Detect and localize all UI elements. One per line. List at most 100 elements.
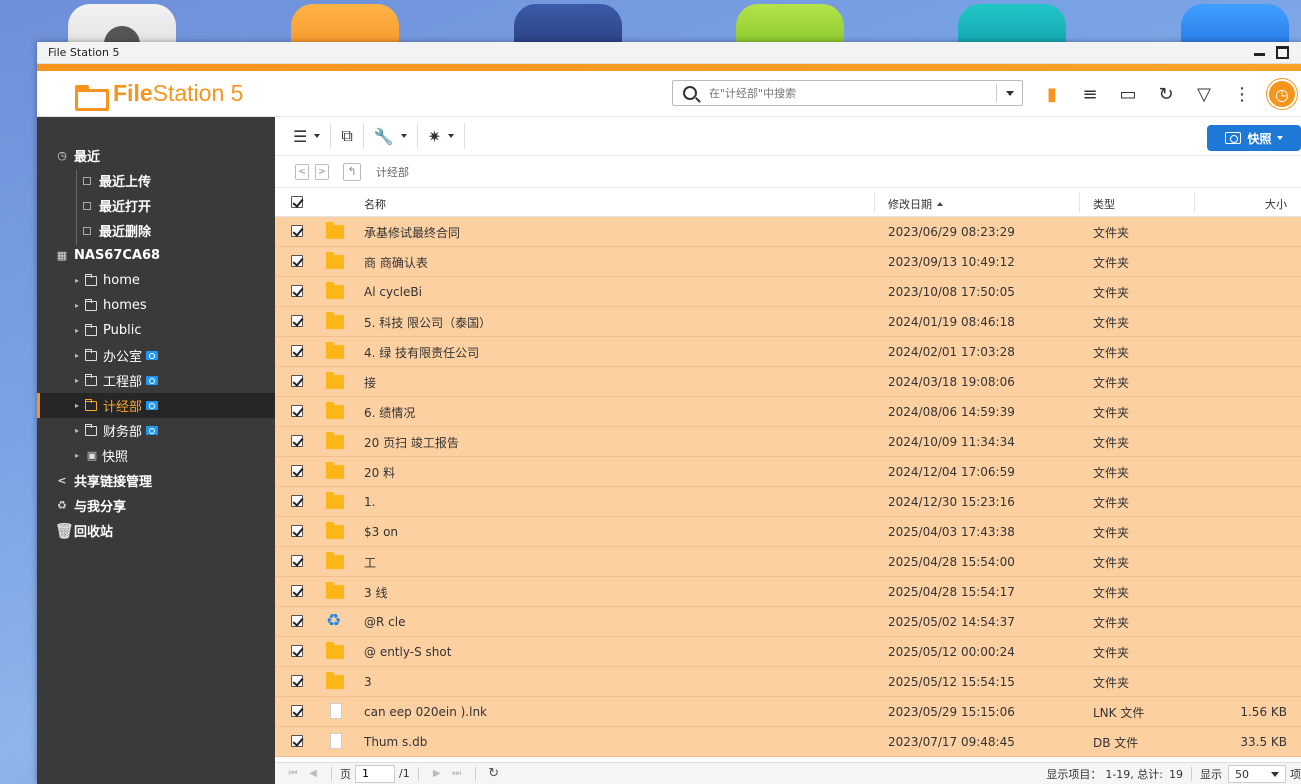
table-row[interactable]: 接 2024/03/18 19:08:06 文件夹	[275, 367, 1301, 397]
tree-expand-icon[interactable]: ▸	[75, 401, 83, 410]
row-checkbox[interactable]	[291, 675, 303, 687]
view-mode-button[interactable]: ☰	[283, 123, 332, 149]
table-row[interactable]: 3 线 2025/04/28 15:54:17 文件夹	[275, 577, 1301, 607]
sidebar-folder-item[interactable]: ▸ 办公室	[37, 343, 275, 368]
table-row[interactable]: @ ently-S shot 2025/05/12 00:00:24 文件夹	[275, 637, 1301, 667]
last-page-button[interactable]: ⏭	[447, 768, 467, 779]
tree-expand-icon[interactable]: ▸	[75, 426, 83, 435]
column-header-name[interactable]: 名称	[364, 196, 386, 212]
tree-expand-icon[interactable]: ▸	[75, 326, 83, 335]
row-checkbox[interactable]	[291, 615, 303, 627]
page-number-input[interactable]	[355, 764, 395, 783]
table-row[interactable]: Al cycleBi 2023/10/08 17:50:05 文件夹	[275, 277, 1301, 307]
row-checkbox[interactable]	[291, 375, 303, 387]
refresh-icon[interactable]: ↻	[484, 766, 504, 781]
row-checkbox[interactable]	[291, 255, 303, 267]
file-name[interactable]: @R cle	[364, 607, 405, 637]
sidebar-folder-item[interactable]: ▸ 计经部	[37, 393, 275, 418]
tree-expand-icon[interactable]: ▸	[75, 351, 83, 360]
file-name[interactable]: 4. 绿 技有限责任公司	[364, 337, 479, 367]
row-checkbox[interactable]	[291, 285, 303, 297]
file-name[interactable]: @ ently-S shot	[364, 637, 451, 667]
file-name[interactable]: 接	[364, 367, 376, 397]
forward-button[interactable]: >	[315, 163, 329, 180]
refresh-icon[interactable]: ↻	[1147, 79, 1185, 109]
sidebar-item-nas[interactable]: ▦ NAS67CA68	[37, 243, 275, 268]
tree-expand-icon[interactable]: ▸	[75, 451, 83, 460]
row-checkbox[interactable]	[291, 345, 303, 357]
next-page-button[interactable]: ▶	[427, 768, 447, 779]
table-row[interactable]: 6. 绩情况 2024/08/06 14:59:39 文件夹	[275, 397, 1301, 427]
row-checkbox[interactable]	[291, 525, 303, 537]
first-page-button[interactable]: ⏮	[283, 768, 303, 779]
sidebar-item-recycle-bin[interactable]: 🗑 回收站	[37, 518, 275, 543]
column-separator[interactable]	[1079, 192, 1080, 212]
snapshot-button[interactable]: 快照	[1207, 125, 1301, 151]
tree-expand-icon[interactable]: ▸	[75, 301, 83, 310]
search-options-dropdown[interactable]	[996, 84, 1022, 102]
table-row[interactable]: 1. 2024/12/30 15:23:16 文件夹	[275, 487, 1301, 517]
file-name[interactable]: 商 商确认表	[364, 247, 428, 277]
file-name[interactable]: 5. 科技 限公司（泰国）	[364, 307, 491, 337]
column-header-modified[interactable]: 修改日期	[888, 196, 943, 212]
table-row[interactable]: can eep 020ein ).lnk 2023/05/29 15:15:06 L…	[275, 697, 1301, 727]
row-checkbox[interactable]	[291, 465, 303, 477]
sidebar-item-recent[interactable]: ◷ 最近	[37, 143, 275, 168]
row-checkbox[interactable]	[291, 735, 303, 747]
maximize-button[interactable]	[1276, 46, 1289, 59]
table-row[interactable]: ♻ @R cle 2025/05/02 14:54:37 文件夹	[275, 607, 1301, 637]
sidebar-item-share-links[interactable]: < 共享链接管理	[37, 468, 275, 493]
row-checkbox[interactable]	[291, 405, 303, 417]
column-separator[interactable]	[1194, 192, 1195, 212]
column-header-type[interactable]: 类型	[1093, 196, 1115, 212]
back-button[interactable]: <	[295, 163, 309, 180]
sidebar-item-recent-opened[interactable]: 最近打开	[37, 193, 275, 218]
row-checkbox[interactable]	[291, 645, 303, 657]
row-checkbox[interactable]	[291, 495, 303, 507]
column-separator[interactable]	[874, 192, 875, 212]
table-row[interactable]: 4. 绿 技有限责任公司 2024/02/01 17:03:28 文件夹	[275, 337, 1301, 367]
table-row[interactable]: 工 2025/04/28 15:54:00 文件夹	[275, 547, 1301, 577]
row-checkbox[interactable]	[291, 705, 303, 717]
sidebar-item-shared-with-me[interactable]: ♻ 与我分享	[37, 493, 275, 518]
user-status-icon[interactable]: ◷	[1267, 79, 1297, 109]
table-row[interactable]: 承基修试最终合同 2023/06/29 08:23:29 文件夹	[275, 217, 1301, 247]
per-page-select[interactable]: 50	[1228, 765, 1286, 783]
row-checkbox[interactable]	[291, 315, 303, 327]
table-row[interactable]: Thum s.db 2023/07/17 09:48:45 DB 文件 33.5 KB	[275, 727, 1301, 757]
sidebar-item-recent-deleted[interactable]: 最近删除	[37, 218, 275, 243]
table-row[interactable]: 3 2025/05/12 15:54:15 文件夹	[275, 667, 1301, 697]
row-checkbox[interactable]	[291, 585, 303, 597]
file-name[interactable]: 1.	[364, 487, 375, 517]
table-row[interactable]: 20 页扫 竣工报告 2024/10/09 11:34:34 文件夹	[275, 427, 1301, 457]
table-row[interactable]: 商 商确认表 2023/09/13 10:49:12 文件夹	[275, 247, 1301, 277]
remote-folder-icon[interactable]: ▮	[1033, 79, 1071, 109]
sidebar-folder-item[interactable]: ▸ Public	[37, 318, 275, 343]
search-input[interactable]	[709, 86, 994, 100]
sidebar-item-recent-uploaded[interactable]: 最近上传	[37, 168, 275, 193]
file-name[interactable]: Thum s.db	[364, 727, 427, 757]
filter-icon[interactable]: ▽	[1185, 79, 1223, 109]
sidebar-folder-item[interactable]: ▸ home	[37, 268, 275, 293]
file-name[interactable]: 20 页扫 竣工报告	[364, 427, 459, 457]
background-tasks-icon[interactable]: ≡	[1071, 79, 1109, 109]
file-name[interactable]: 3 线	[364, 577, 387, 607]
file-name[interactable]: $3 on	[364, 517, 398, 547]
breadcrumb[interactable]: 计经部	[376, 164, 409, 180]
sidebar-folder-item[interactable]: ▸ ▣ 快照	[37, 443, 275, 468]
column-header-size[interactable]: 大小	[1265, 196, 1287, 212]
table-row[interactable]: 5. 科技 限公司（泰国） 2024/01/19 08:46:18 文件夹	[275, 307, 1301, 337]
cast-icon[interactable]: ▭	[1109, 79, 1147, 109]
sidebar-folder-item[interactable]: ▸ 财务部	[37, 418, 275, 443]
share-button[interactable]: ✷	[418, 123, 466, 149]
copy-button[interactable]: ⧉	[331, 123, 364, 149]
sidebar-folder-item[interactable]: ▸ 工程部	[37, 368, 275, 393]
more-options-icon[interactable]: ⋮	[1223, 79, 1261, 109]
row-checkbox[interactable]	[291, 555, 303, 567]
tools-button[interactable]: 🔧	[364, 123, 418, 149]
tree-expand-icon[interactable]: ▸	[75, 276, 83, 285]
file-name[interactable]: Al cycleBi	[364, 277, 422, 307]
minimize-button[interactable]	[1253, 46, 1266, 59]
prev-page-button[interactable]: ◀	[303, 768, 323, 779]
table-row[interactable]: 20 料 2024/12/04 17:06:59 文件夹	[275, 457, 1301, 487]
